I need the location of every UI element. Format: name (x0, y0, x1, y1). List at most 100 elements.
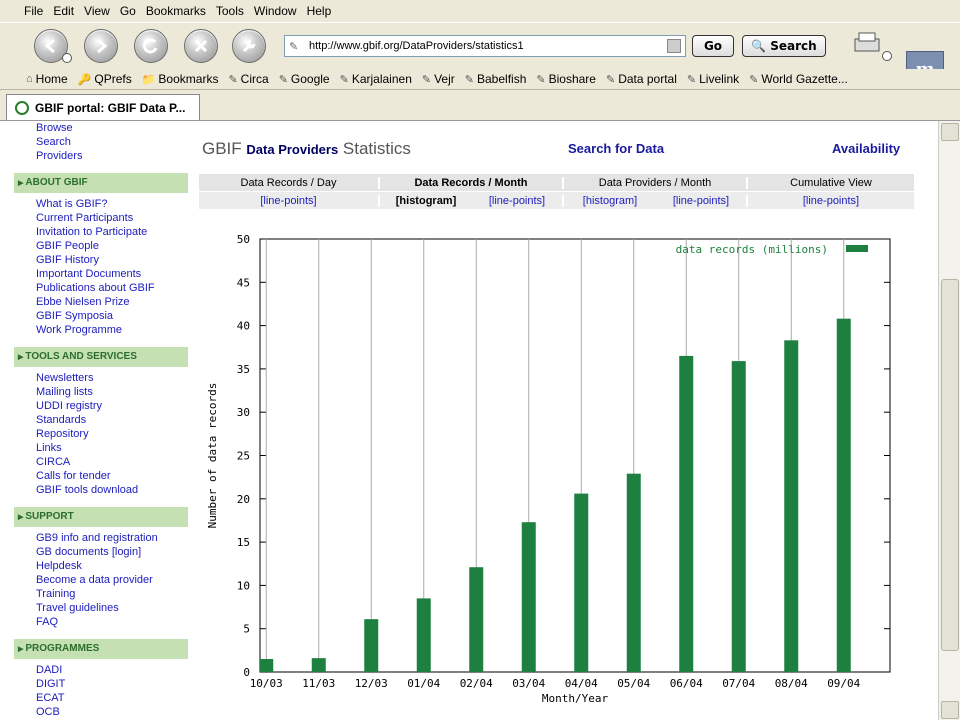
sidebar-link[interactable]: GB9 info and registration (14, 531, 188, 545)
bookmark-google[interactable]: ✎ Google (279, 72, 330, 86)
menu-edit[interactable]: Edit (53, 4, 74, 18)
forward-arrow-icon (97, 38, 108, 54)
search-button[interactable]: 🔍 Search (742, 35, 826, 57)
link-providers-histogram[interactable]: [histogram] (564, 195, 656, 207)
scroll-thumb[interactable] (941, 279, 959, 651)
sidebar-link-browse[interactable]: Browse (14, 121, 188, 135)
sidebar-link[interactable]: DADI (14, 663, 188, 677)
sidebar-link[interactable]: GB documents [login] (14, 545, 188, 559)
sidebar-link[interactable]: Travel guidelines (14, 601, 188, 615)
sidebar-link-search[interactable]: Search (14, 135, 188, 149)
sidebar-link[interactable]: CIRCA (14, 455, 188, 469)
sidebar-link[interactable]: UDDI registry (14, 399, 188, 413)
sidebar-section-header[interactable]: ▶ SUPPORT (14, 507, 188, 527)
sidebar-link[interactable]: Newsletters (14, 371, 188, 385)
sidebar-link[interactable]: FAQ (14, 615, 188, 629)
sidebar-link[interactable]: What is GBIF? (14, 197, 188, 211)
bookmark-bookmarks[interactable]: 📁 Bookmarks (142, 72, 219, 86)
search-icon: 🔍 (751, 39, 767, 53)
bookmark-livelink[interactable]: ✎ Livelink (687, 72, 739, 86)
sidebar-link[interactable]: Invitation to Participate (14, 225, 188, 239)
link-providers-line-points[interactable]: [line-points] (656, 194, 748, 207)
print-dropdown-icon[interactable] (882, 51, 892, 61)
bookmark-icon: ✎ (605, 73, 616, 86)
sidebar-link[interactable]: Ebbe Nielsen Prize (14, 295, 188, 309)
home-button[interactable] (232, 29, 266, 63)
bookmark-babelfish[interactable]: ✎ Babelfish (465, 72, 527, 86)
sidebar-section-header[interactable]: ▶ PROGRAMMES (14, 639, 188, 659)
bookmark-label: Bookmarks (158, 72, 219, 86)
tab-bar: GBIF portal: GBIF Data P... (0, 90, 960, 121)
bookmark-bioshare[interactable]: ✎ Bioshare (536, 72, 596, 86)
menu-go[interactable]: Go (120, 4, 136, 18)
bookmark-circa[interactable]: ✎ Circa (228, 72, 268, 86)
sidebar-link[interactable]: GBIF People (14, 239, 188, 253)
scroll-down-button[interactable] (941, 701, 959, 719)
x-tick-label: 11/03 (302, 677, 335, 690)
x-axis-label: Month/Year (542, 692, 609, 705)
sidebar-link[interactable]: Become a data provider (14, 573, 188, 587)
stop-button[interactable] (184, 29, 218, 63)
sidebar-link[interactable]: Repository (14, 427, 188, 441)
sidebar-section-header[interactable]: ▶ ABOUT GBIF (14, 173, 188, 193)
sidebar-link[interactable]: Current Participants (14, 211, 188, 225)
link-month-line-points[interactable]: [line-points] (472, 194, 564, 207)
sidebar-section-header[interactable]: ▶ TOOLS AND SERVICES (14, 347, 188, 367)
scroll-up-button[interactable] (941, 123, 959, 141)
wrench-icon (242, 39, 256, 53)
link-month-histogram[interactable]: [histogram] (380, 195, 472, 207)
sidebar-link[interactable]: Standards (14, 413, 188, 427)
sidebar-link[interactable]: Helpdesk (14, 559, 188, 573)
sidebar-link[interactable]: Important Documents (14, 267, 188, 281)
menu-view[interactable]: View (84, 4, 110, 18)
menu-tools[interactable]: Tools (216, 4, 244, 18)
menu-help[interactable]: Help (307, 4, 332, 18)
sidebar-link[interactable]: GBIF Symposia (14, 309, 188, 323)
bar (311, 658, 326, 672)
url-bar[interactable]: ✎ http://www.gbif.org/DataProviders/stat… (284, 35, 686, 57)
sidebar-link[interactable]: Mailing lists (14, 385, 188, 399)
sidebar-link[interactable]: DIGIT (14, 677, 188, 691)
menu-bookmarks[interactable]: Bookmarks (146, 4, 206, 18)
link-cumulative-line-points[interactable]: [line-points] (748, 195, 914, 207)
chevron-down-icon[interactable] (667, 39, 681, 53)
sidebar-link[interactable]: Publications about GBIF (14, 281, 188, 295)
bookmark-world-gazette[interactable]: ✎ World Gazette... (749, 72, 848, 86)
bookmark-label: Livelink (699, 72, 740, 86)
menu-window[interactable]: Window (254, 4, 297, 18)
bookmark-label: Circa (240, 72, 269, 86)
vertical-scrollbar[interactable] (938, 121, 960, 720)
bookmark-karjalainen[interactable]: ✎ Karjalainen (340, 72, 412, 86)
title-data-providers: Data Providers (246, 142, 339, 157)
print-icon[interactable] (852, 31, 882, 57)
sidebar-link[interactable]: Links (14, 441, 188, 455)
home-icon: ⌂ (26, 73, 33, 85)
bookmark-home[interactable]: ⌂ Home (26, 72, 68, 86)
sidebar-link[interactable]: OCB (14, 705, 188, 719)
go-button[interactable]: Go (692, 35, 734, 57)
link-day-line-points[interactable]: [line-points] (199, 194, 380, 207)
sidebar-section-title: ABOUT GBIF (25, 177, 88, 188)
sidebar-link[interactable]: GBIF History (14, 253, 188, 267)
sidebar-link[interactable]: Calls for tender (14, 469, 188, 483)
bookmark-icon: ✎ (228, 73, 238, 86)
bookmark-data-portal[interactable]: ✎ Data portal (606, 72, 677, 86)
bookmark-qprefs[interactable]: 🔑 QPrefs (78, 72, 132, 86)
sidebar-link[interactable]: Training (14, 587, 188, 601)
forward-button[interactable] (84, 29, 118, 63)
y-tick-label: 10 (237, 579, 250, 592)
sidebar-link-providers[interactable]: Providers (14, 149, 188, 163)
back-dropdown-icon[interactable] (62, 53, 72, 63)
reload-button[interactable] (134, 29, 168, 63)
sidebar-section-title: SUPPORT (25, 511, 74, 522)
bookmark-vejr[interactable]: ✎ Vejr (422, 72, 455, 86)
tab-gbif-portal[interactable]: GBIF portal: GBIF Data P... (6, 94, 200, 120)
sidebar-link[interactable]: Work Programme (14, 323, 188, 337)
availability-link[interactable]: Availability (832, 141, 900, 156)
bar (416, 598, 431, 672)
sidebar-link[interactable]: ECAT (14, 691, 188, 705)
menu-file[interactable]: File (24, 4, 43, 18)
y-axis-label: Number of data records (206, 383, 219, 529)
sidebar-link[interactable]: GBIF tools download (14, 483, 188, 497)
search-for-data-link[interactable]: Search for Data (568, 141, 664, 156)
